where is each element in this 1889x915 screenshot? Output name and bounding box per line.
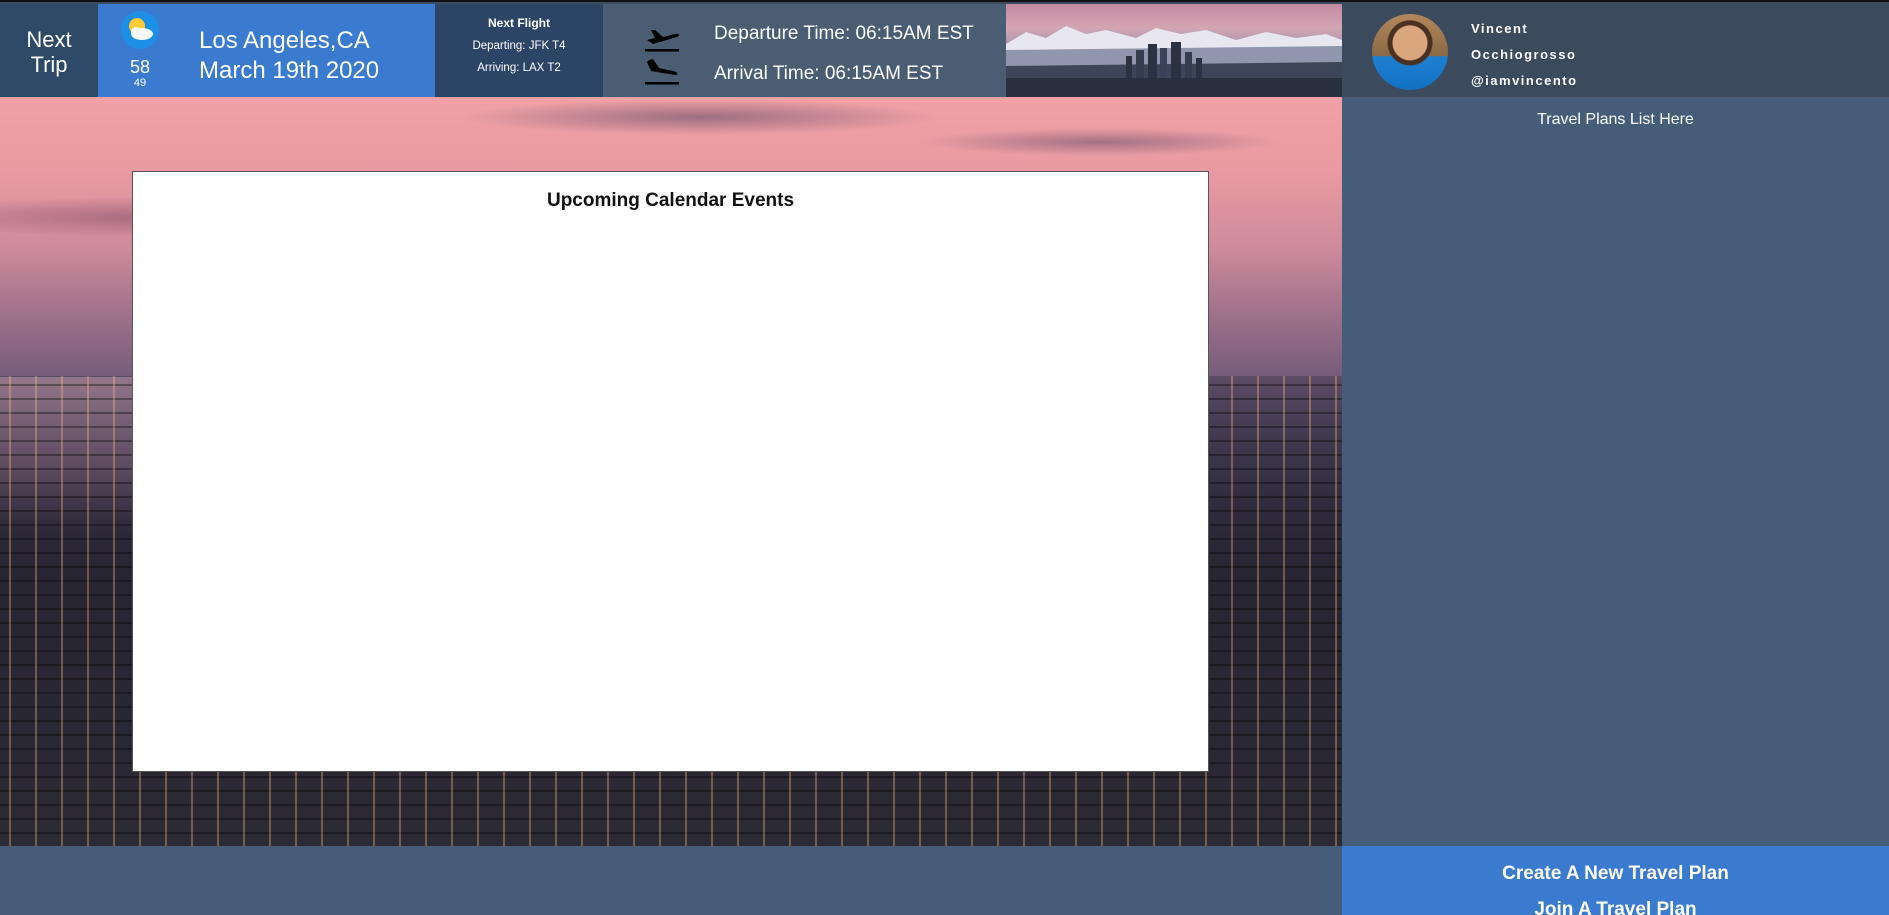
arrival-time: Arrival Time: 06:15AM EST — [714, 63, 944, 84]
destination-skyline-image — [1006, 4, 1342, 99]
top-bar: Next Trip 58 49 Los Angeles,CA March 19t… — [0, 0, 1889, 99]
trip-summary[interactable]: 58 49 Los Angeles,CA March 19th 2020 — [98, 4, 435, 99]
skyline-illustration — [1006, 26, 1342, 99]
next-trip-line1: Next — [26, 26, 72, 52]
next-flight-title: Next Flight — [488, 16, 550, 30]
footer-bar — [0, 846, 1342, 915]
avatar[interactable] — [1372, 14, 1448, 90]
travel-plan-actions: Create A New Travel Plan Join A Travel P… — [1342, 846, 1889, 915]
trip-date: March 19th 2020 — [199, 57, 380, 84]
join-travel-plan-button[interactable]: Join A Travel Plan — [1342, 899, 1889, 915]
travel-plans-placeholder: Travel Plans List Here — [1537, 111, 1694, 128]
profile-last-name: Occhiogrosso — [1471, 47, 1577, 62]
destination-city: Los Angeles,CA — [199, 27, 370, 54]
next-trip-label: Next Trip — [0, 4, 98, 99]
temp-low: 49 — [133, 77, 147, 89]
profile-first-name: Vincent — [1471, 21, 1529, 36]
next-flight-panel: Next Flight Departing: JFK T4 Arriving: … — [435, 4, 603, 99]
destination-block: Los Angeles,CA March 19th 2020 — [199, 26, 379, 86]
temp-high: 58 — [129, 57, 151, 77]
flight-times-panel: Departure Time: 06:15AM EST Arrival Time… — [603, 4, 1006, 99]
arriving-terminal: Arriving: LAX T2 — [477, 62, 561, 74]
plane-landing-icon — [645, 59, 679, 85]
calendar-events-panel[interactable]: Upcoming Calendar Events — [132, 171, 1209, 772]
departure-time: Departure Time: 06:15AM EST — [714, 23, 974, 44]
partly-cloudy-icon — [121, 11, 159, 49]
plane-takeoff-icon — [645, 30, 680, 52]
profile-handle: @iamvincento — [1471, 73, 1578, 88]
calendar-title: Upcoming Calendar Events — [546, 190, 795, 211]
weather-widget: 58 49 — [118, 10, 162, 90]
user-profile[interactable]: Vincent Occhiogrosso @iamvincento — [1342, 4, 1889, 99]
departing-terminal: Departing: JFK T4 — [472, 40, 566, 52]
travel-plans-sidebar: Travel Plans List Here — [1342, 97, 1889, 846]
create-travel-plan-button[interactable]: Create A New Travel Plan — [1342, 863, 1889, 885]
next-trip-line2: Trip — [30, 51, 68, 77]
profile-info: Vincent Occhiogrosso @iamvincento — [1471, 16, 1578, 94]
